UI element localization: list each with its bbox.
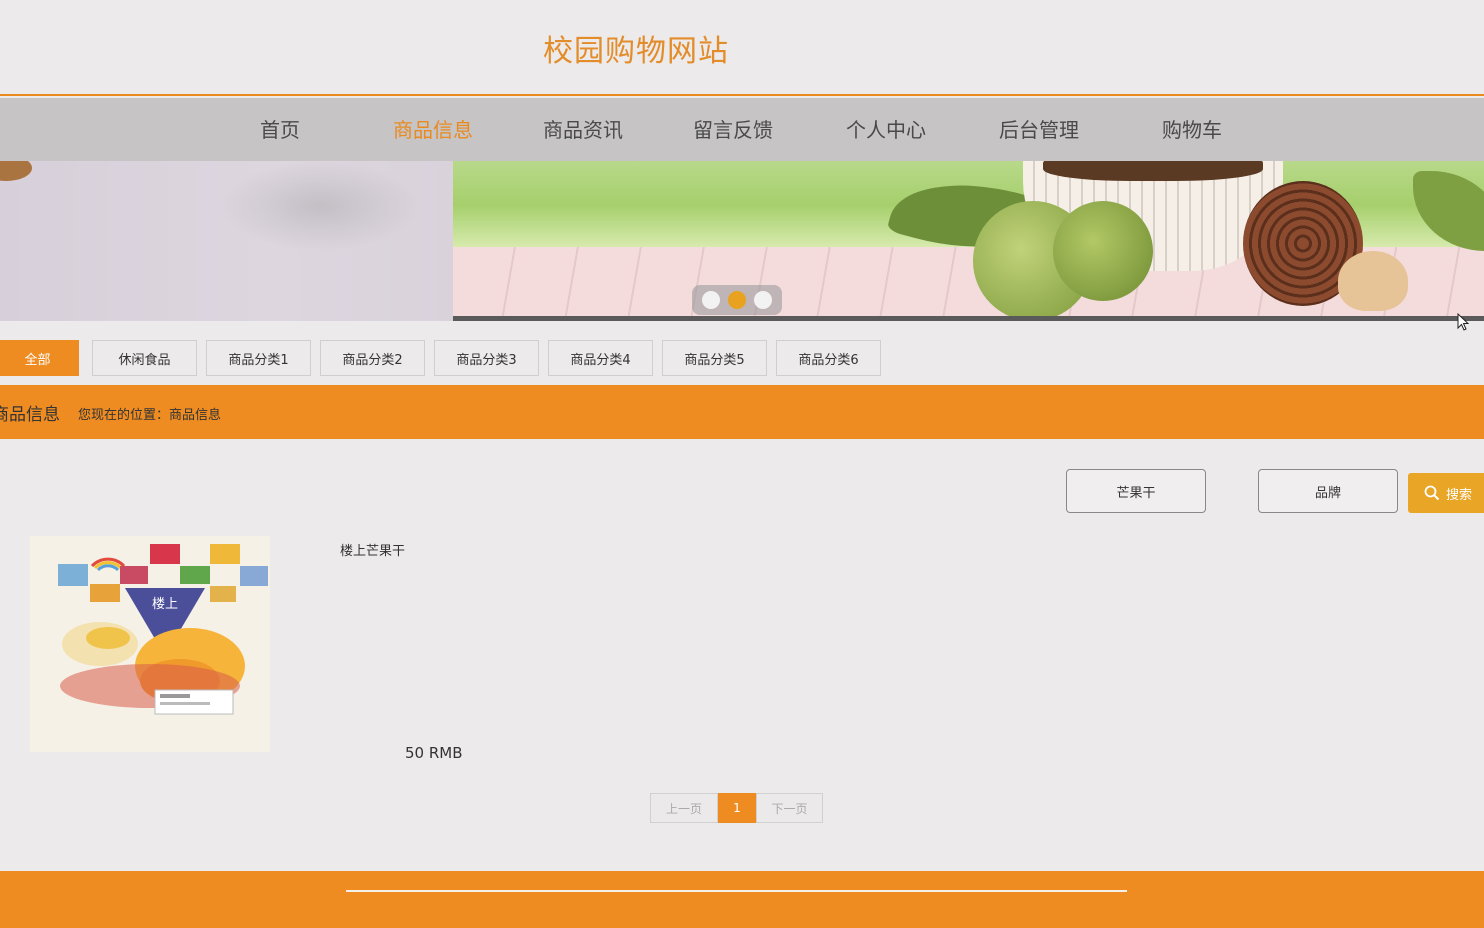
prev-page-button[interactable]: 上一页 [650,793,718,823]
package-brand-text: 楼上 [152,597,178,612]
banner-dot-1[interactable] [702,291,720,309]
banner-shadow [220,161,420,251]
banner-dot-2[interactable] [728,291,746,309]
site-header: 校园购物网站 [0,0,1484,96]
banner-slide-current [453,161,1484,321]
category-all[interactable]: 全部 [0,340,79,376]
product-name[interactable]: 楼上芒果干 [340,540,405,559]
search-button-label: 搜索 [1446,487,1473,503]
footer-divider [346,890,1127,892]
nav-item-feedback[interactable]: 留言反馈 [693,114,773,143]
main-nav: 首页 商品信息 商品资讯 留言反馈 个人中心 后台管理 购物车 [0,98,1484,161]
banner-dots [692,285,782,315]
category-6[interactable]: 商品分类6 [776,340,881,376]
search-brand-input[interactable]: 品牌 [1258,469,1398,513]
banner-dot-3[interactable] [754,291,772,309]
banner-slide-prev [0,161,453,321]
breadcrumb-bar: 商品信息 您现在的位置：商品信息 [0,385,1484,439]
banner-decoration [0,161,32,181]
site-title: 校园购物网站 [543,34,729,69]
pagination: 上一页 1 下一页 [650,793,823,823]
nav-item-news[interactable]: 商品资讯 [543,114,623,143]
product-package-illustration: 楼上 [30,536,270,752]
page-number-current[interactable]: 1 [718,793,756,823]
mouse-cursor-icon [1457,313,1469,331]
category-3[interactable]: 商品分类3 [434,340,539,376]
category-5[interactable]: 商品分类5 [662,340,767,376]
search-name-input[interactable]: 芒果干 [1066,469,1206,513]
nav-item-profile[interactable]: 个人中心 [846,114,926,143]
next-page-button[interactable]: 下一页 [756,793,823,823]
search-icon [1424,485,1440,501]
banner-nuts [1043,161,1263,181]
category-4[interactable]: 商品分类4 [548,340,653,376]
site-footer [0,871,1484,928]
category-1[interactable]: 商品分类1 [206,340,311,376]
section-title: 商品信息 [0,405,60,425]
nav-item-products[interactable]: 商品信息 [393,114,473,143]
banner-progress-bar [453,316,1484,321]
search-button[interactable]: 搜索 [1408,473,1484,513]
category-2[interactable]: 商品分类2 [320,340,425,376]
banner-seed [1338,251,1408,311]
category-snacks[interactable]: 休闲食品 [92,340,197,376]
product-price: 50 RMB [405,744,463,762]
product-image[interactable]: 楼上 [30,536,270,752]
nav-item-cart[interactable]: 购物车 [1162,114,1222,143]
nav-item-admin[interactable]: 后台管理 [999,114,1079,143]
nav-item-home[interactable]: 首页 [260,114,300,143]
banner-fruit [1053,201,1153,301]
breadcrumb: 您现在的位置：商品信息 [78,408,222,423]
